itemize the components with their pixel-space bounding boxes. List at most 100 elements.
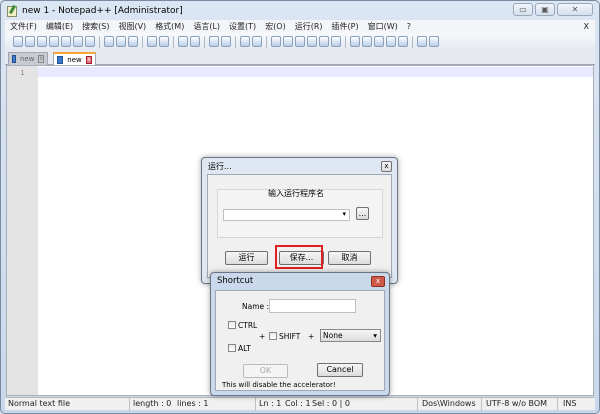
minimize-button[interactable]: ▭ <box>513 3 533 16</box>
close-all-icon[interactable] <box>73 36 83 47</box>
doc-map-icon[interactable] <box>307 36 317 47</box>
run-group-label: 输入运行程序名 <box>268 189 324 198</box>
shift-label: SHIFT <box>279 332 301 341</box>
menu-item[interactable]: 语言(L) <box>193 21 220 32</box>
save-macro-icon[interactable] <box>398 36 408 47</box>
shortcut-cancel-button[interactable]: Cancel <box>317 363 363 377</box>
menu-bar: 文件(F) 编辑(E) 搜索(S) 视图(V) 格式(M) 语言(L) 设置(T) 宏(O) 运… <box>5 20 595 33</box>
close-button[interactable]: ✕ <box>557 3 593 16</box>
key-select[interactable]: None ▾ <box>320 329 381 342</box>
function-list-icon[interactable] <box>319 36 329 47</box>
window-title: new 1 - Notepad++ [Administrator] <box>22 6 183 16</box>
zoom-in-icon[interactable] <box>209 36 219 47</box>
toolbar <box>5 33 595 50</box>
alt-checkbox[interactable] <box>228 344 236 352</box>
save-icon[interactable] <box>37 36 47 47</box>
close-icon[interactable] <box>61 36 71 47</box>
menu-item[interactable]: ? <box>407 22 411 31</box>
status-bar: Normal text file length : 0 lines : 1 Ln… <box>5 397 595 411</box>
key-value: None <box>323 331 343 340</box>
plus-label: + <box>308 332 315 341</box>
status-lines: lines : 1 <box>177 399 209 408</box>
menu-item[interactable]: 窗口(W) <box>368 21 398 32</box>
toolbar-separator <box>142 35 143 48</box>
shift-checkbox[interactable] <box>269 332 277 340</box>
chevron-down-icon: ▾ <box>373 331 377 340</box>
alt-label: ALT <box>238 344 251 353</box>
stop-icon[interactable] <box>362 36 372 47</box>
menu-item[interactable]: 编辑(E) <box>46 21 73 32</box>
tab-close-icon[interactable]: x <box>38 55 44 63</box>
sync-v-icon[interactable] <box>240 36 250 47</box>
menu-item[interactable]: 视图(V) <box>118 21 146 32</box>
current-line-highlight <box>38 67 593 77</box>
menu-close-button[interactable]: X <box>584 22 589 31</box>
ctrl-label: CTRL <box>238 321 258 330</box>
browse-button[interactable]: ... <box>356 207 369 220</box>
play-multi-icon[interactable] <box>386 36 396 47</box>
menu-item[interactable]: 搜索(S) <box>82 21 109 32</box>
notepadpp-icon <box>7 5 17 17</box>
copy-icon[interactable] <box>116 36 126 47</box>
menu-item[interactable]: 运行(R) <box>295 21 323 32</box>
play-icon[interactable] <box>374 36 384 47</box>
run-dialog-close-button[interactable]: x <box>381 161 392 172</box>
explorer-icon[interactable] <box>429 36 439 47</box>
toolbar-separator <box>204 35 205 48</box>
saved-icon <box>57 55 64 64</box>
folder-icon[interactable] <box>331 36 341 47</box>
highlight-box <box>275 245 323 269</box>
print-icon[interactable] <box>85 36 95 47</box>
save-all-icon[interactable] <box>49 36 59 47</box>
tab-bar: new x new x <box>5 50 595 65</box>
shortcut-close-button[interactable]: x <box>371 276 385 287</box>
record-icon[interactable] <box>350 36 360 47</box>
toolbar-separator <box>412 35 413 48</box>
open-icon[interactable] <box>25 36 35 47</box>
menu-item[interactable]: 插件(P) <box>332 21 359 32</box>
zoom-out-icon[interactable] <box>221 36 231 47</box>
new-file-icon[interactable] <box>13 36 23 47</box>
redo-icon[interactable] <box>159 36 169 47</box>
wrap-icon[interactable] <box>271 36 281 47</box>
cut-icon[interactable] <box>104 36 114 47</box>
paste-icon[interactable] <box>128 36 138 47</box>
status-ln: Ln : 1 <box>259 399 282 408</box>
tab-new-inactive[interactable]: new x <box>8 52 48 65</box>
ctrl-checkbox[interactable] <box>228 321 236 329</box>
run-dialog: 运行... x 输入运行程序名 ▾ ... 运行 保存... 取消 <box>201 157 398 284</box>
shortcut-dialog: Shortcut x Name : CTRL ALT + SHIFT + Non… <box>210 272 390 396</box>
toolbar-separator <box>345 35 346 48</box>
menu-item[interactable]: 宏(O) <box>265 21 286 32</box>
spellcheck-icon[interactable] <box>417 36 427 47</box>
shortcut-dialog-title: Shortcut <box>217 276 254 286</box>
replace-icon[interactable] <box>190 36 200 47</box>
run-button[interactable]: 运行 <box>225 251 268 265</box>
run-dialog-title: 运行... <box>208 162 232 171</box>
menu-item[interactable]: 设置(T) <box>229 21 256 32</box>
sync-h-icon[interactable] <box>252 36 262 47</box>
command-combobox[interactable]: ▾ <box>223 209 350 221</box>
name-input[interactable] <box>269 299 356 313</box>
menu-item[interactable]: 文件(F) <box>10 21 37 32</box>
indent-guide-icon[interactable] <box>295 36 305 47</box>
maximize-button[interactable]: ▣ <box>535 3 555 16</box>
status-col: Col : 1 <box>285 399 311 408</box>
tab-label: new <box>19 55 35 63</box>
find-icon[interactable] <box>178 36 188 47</box>
accelerator-note: This will disable the accelerator! <box>222 381 336 389</box>
menu-item[interactable]: 格式(M) <box>155 21 184 32</box>
cancel-button[interactable]: 取消 <box>328 251 371 265</box>
toolbar-separator <box>173 35 174 48</box>
status-mode: INS <box>563 399 577 408</box>
toolbar-separator <box>266 35 267 48</box>
ok-button[interactable]: OK <box>243 364 288 378</box>
all-chars-icon[interactable] <box>283 36 293 47</box>
undo-icon[interactable] <box>147 36 157 47</box>
toolbar-separator <box>235 35 236 48</box>
status-file-type: Normal text file <box>8 399 71 408</box>
tab-label: new <box>67 55 82 64</box>
status-length: length : 0 <box>133 399 172 408</box>
tab-close-icon[interactable]: x <box>85 55 92 64</box>
tab-new-active[interactable]: new x <box>53 52 96 65</box>
